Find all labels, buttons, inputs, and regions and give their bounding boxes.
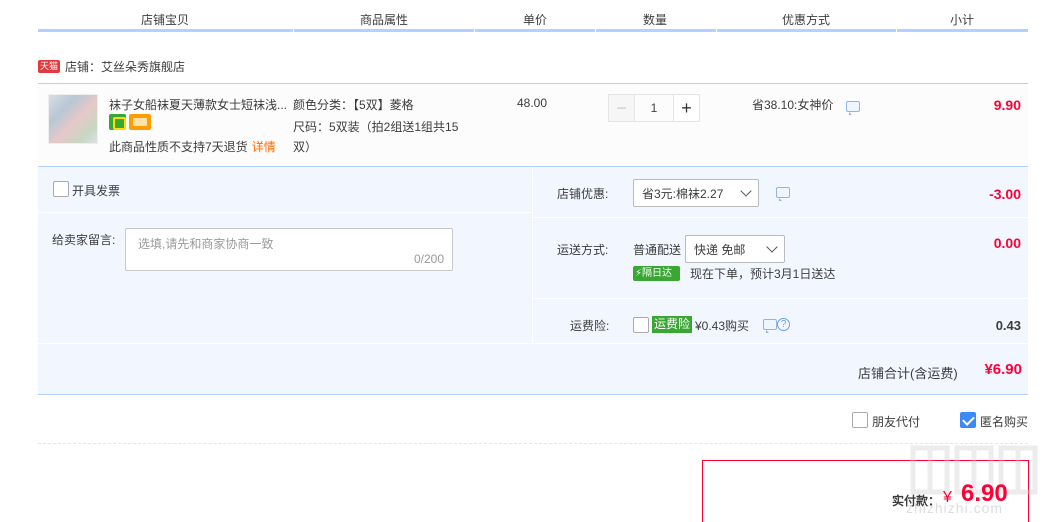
shop-discount-value: 省3元:棉袜2.27	[642, 186, 724, 201]
friend-pay-label: 朋友代付	[872, 415, 921, 429]
shop-discount-select[interactable]: 省3元:棉袜2.27	[633, 179, 759, 207]
shipping-label: 运送方式:	[557, 243, 609, 257]
table-header: 店铺宝贝 商品属性 单价 数量 优惠方式 小计	[38, 0, 1028, 32]
next-day-text: 隔日达	[642, 268, 673, 279]
attr-color: 颜色分类：【5双】菱格	[293, 98, 414, 112]
insurance-amount: 0.43	[995, 318, 1021, 333]
shipping-select-value: 快递 免邮	[694, 242, 746, 257]
watermark-text: zhizhizhi.com	[906, 500, 1004, 516]
no-return-notice: 此商品性质不支持7天退货 详情	[109, 138, 276, 155]
shipping-amount: 0.00	[993, 235, 1021, 251]
message-icon[interactable]	[846, 101, 860, 115]
shop-total-amount: ¥6.90	[984, 361, 1022, 378]
quantity-stepper: − 1 +	[608, 94, 700, 122]
item-promo: 省38.10:女神价	[752, 98, 834, 112]
col-promo-header: 优惠方式	[782, 13, 831, 27]
friend-pay-checkbox[interactable]	[852, 412, 868, 428]
col-qty-header: 数量	[643, 13, 668, 27]
invoice-checkbox[interactable]	[53, 181, 69, 197]
shop-name[interactable]: 店铺：艾丝朵秀旗舰店	[65, 58, 185, 75]
message-icon[interactable]	[776, 187, 790, 201]
tmall-icon: 天猫	[38, 59, 61, 73]
insurance-label: 运费险:	[570, 319, 610, 333]
invoice-label: 开具发票	[72, 184, 121, 198]
chevron-down-icon	[740, 185, 752, 197]
insurance-checkbox[interactable]	[633, 317, 649, 333]
shop-row: 天猫 店铺：艾丝朵秀旗舰店	[38, 58, 185, 74]
seller-message-input[interactable]: 选填,请先和商家协商一致 0/200	[125, 228, 453, 271]
message-count: 0/200	[413, 252, 444, 266]
next-day-badge: ⚡隔日达	[633, 266, 680, 281]
insurance-tag: 运费险	[652, 316, 693, 333]
shipping-type: 普通配送	[633, 243, 682, 257]
col-price-header: 单价	[523, 13, 548, 27]
item-thumbnail[interactable]	[48, 94, 98, 144]
col-attr-header: 商品属性	[360, 13, 409, 27]
shop-discount-amount: -3.00	[989, 186, 1021, 202]
details-link[interactable]: 详情	[252, 140, 276, 154]
insurance-price: ¥0.43购买	[695, 319, 750, 333]
attr-size: 尺码：5双装（拍2组送1组共15双）	[293, 120, 459, 154]
anonymous-checkbox[interactable]	[960, 412, 976, 428]
col-item-header: 店铺宝贝	[141, 13, 190, 27]
anonymous-label: 匿名购买	[980, 415, 1029, 429]
shop-total-label: 店铺合计(含运费)	[858, 366, 958, 381]
item-subtotal: 9.90	[993, 97, 1021, 113]
credit-card-icon[interactable]	[129, 114, 151, 130]
message-icon[interactable]	[763, 319, 777, 333]
guarantee-icon[interactable]	[109, 114, 126, 130]
no-return-text: 此商品性质不支持7天退货	[109, 140, 248, 154]
shop-discount-label: 店铺优惠:	[557, 187, 609, 201]
col-subtotal-header: 小计	[950, 13, 975, 27]
quantity-input[interactable]: 1	[635, 94, 673, 122]
order-confirm-page: 店铺宝贝 商品属性 单价 数量 优惠方式 小计 天猫 店铺：艾丝朵秀旗舰店 袜子…	[0, 0, 1055, 522]
shipping-select[interactable]: 快递 免邮	[685, 235, 785, 263]
quantity-minus-button[interactable]: −	[608, 94, 635, 122]
shipping-eta: 现在下单，预计3月1日送达	[690, 267, 836, 281]
help-icon[interactable]: ?	[777, 318, 790, 331]
item-title[interactable]: 袜子女船袜夏天薄款女士短袜浅...	[109, 96, 287, 113]
unit-price: 48.00	[517, 96, 548, 110]
message-placeholder: 选填,请先和商家协商一致	[138, 237, 274, 251]
message-label: 给卖家留言:	[52, 233, 116, 247]
quantity-plus-button[interactable]: +	[673, 94, 700, 122]
chevron-down-icon	[766, 241, 778, 253]
